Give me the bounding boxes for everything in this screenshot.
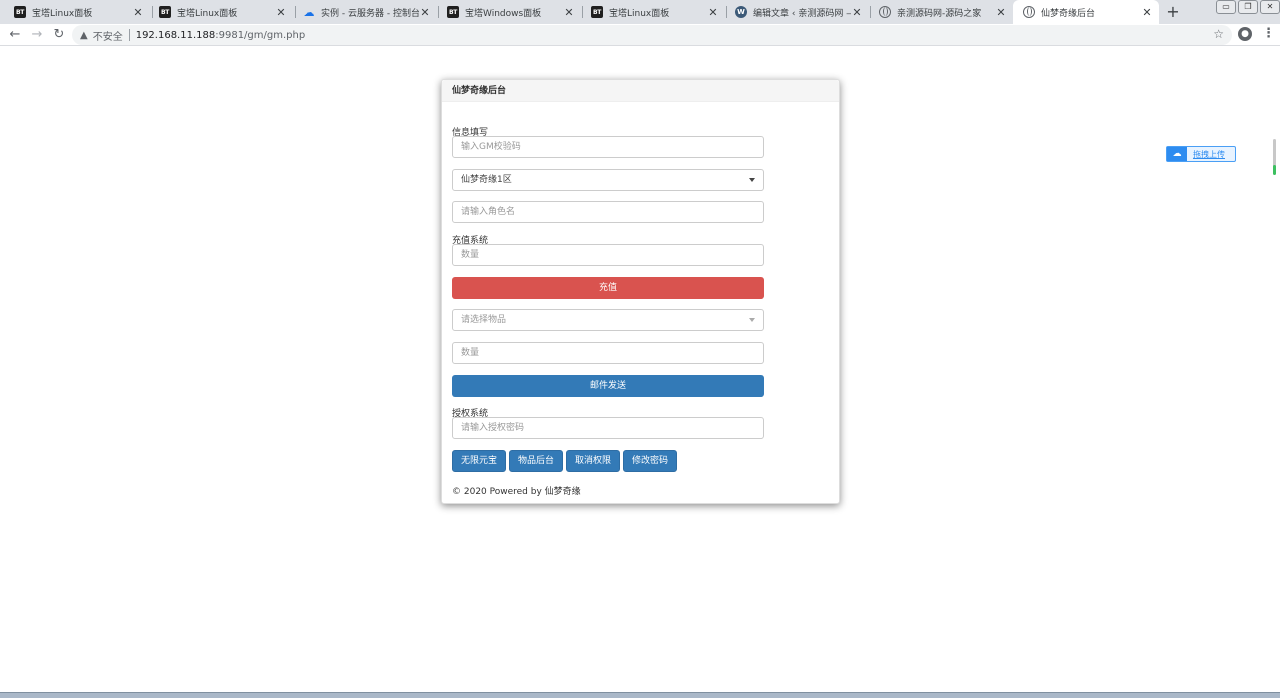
tab-title: 宝塔Linux面板 — [609, 8, 670, 19]
bookmark-star-icon[interactable]: ☆ — [1213, 27, 1224, 41]
bt-icon: BT — [14, 6, 26, 18]
tab-title: 编辑文章 ‹ 亲测源码网 — W — [753, 8, 851, 19]
browser-tab-3[interactable]: ☁ 实例 - 云服务器 - 控制台 ✕ — [293, 0, 437, 24]
panel-title: 仙梦奇缘后台 — [442, 80, 839, 102]
bt-icon: BT — [591, 6, 603, 18]
tab-title: 实例 - 云服务器 - 控制台 — [321, 8, 419, 19]
item-select[interactable]: 请选择物品 — [452, 309, 764, 331]
close-icon[interactable]: ✕ — [132, 6, 144, 19]
close-icon[interactable]: ✕ — [419, 6, 431, 19]
caret-down-icon — [749, 318, 755, 322]
back-arrow-icon[interactable]: ← — [6, 26, 24, 44]
bt-icon: BT — [159, 6, 171, 18]
forward-arrow-icon[interactable]: → — [28, 26, 46, 44]
reload-icon[interactable]: ↻ — [50, 26, 68, 44]
role-name-input[interactable] — [452, 201, 764, 223]
close-icon[interactable]: ✕ — [275, 6, 287, 19]
browser-tab-5[interactable]: BT 宝塔Linux面板 ✕ — [581, 0, 725, 24]
gm-code-input[interactable] — [452, 136, 764, 158]
close-icon[interactable]: ✕ — [995, 6, 1007, 19]
browser-tab-6[interactable]: W 编辑文章 ‹ 亲测源码网 — W ✕ — [725, 0, 869, 24]
item-amount-input[interactable] — [452, 342, 764, 364]
browser-tab-8-active[interactable]: 仙梦奇缘后台 ✕ — [1013, 0, 1159, 24]
url-path: :9981/gm/gm.php — [215, 29, 306, 41]
new-tab-button[interactable]: + — [1164, 2, 1182, 22]
unlimited-gold-button[interactable]: 无限元宝 — [452, 450, 507, 472]
mail-send-button[interactable]: 邮件发送 — [452, 375, 764, 397]
browser-tab-2[interactable]: BT 宝塔Linux面板 ✕ — [149, 0, 293, 24]
close-icon[interactable]: ✕ — [851, 6, 863, 19]
cloud-icon: ☁ — [303, 5, 315, 19]
close-icon[interactable]: ✕ — [1141, 6, 1153, 19]
action-button-row: 无限元宝 物品后台 取消权限 修改密码 — [452, 450, 680, 472]
globe-icon — [1023, 6, 1035, 18]
tab-title: 宝塔Windows面板 — [465, 8, 542, 19]
tab-title: 宝塔Linux面板 — [177, 8, 238, 19]
window-controls: ▭ ❐ ✕ — [1214, 0, 1280, 14]
server-select[interactable]: 仙梦奇缘1区 — [452, 169, 764, 191]
cloud-upload-icon: ☁ — [1167, 147, 1187, 161]
recharge-button[interactable]: 充值 — [452, 277, 764, 299]
server-select-value: 仙梦奇缘1区 — [461, 175, 512, 185]
browser-toolbar: ← → ↻ ▲ 不安全 192.168.11.188 :9981/gm/gm.p… — [0, 24, 1280, 46]
url-host: 192.168.11.188 — [135, 29, 216, 41]
os-taskbar — [0, 692, 1280, 698]
auth-password-input[interactable] — [452, 417, 764, 439]
browser-tab-strip: BT 宝塔Linux面板 ✕ BT 宝塔Linux面板 ✕ ☁ 实例 - 云服务… — [0, 0, 1280, 24]
drag-upload-label: 拖拽上传 — [1193, 149, 1225, 159]
gm-admin-panel: 仙梦奇缘后台 信息填写 仙梦奇缘1区 充值系统 充值 请选择物品 邮件发送 授权… — [441, 79, 840, 504]
scroll-indicator — [1273, 165, 1276, 175]
wordpress-icon: W — [735, 6, 747, 18]
bt-icon: BT — [447, 6, 459, 18]
close-icon[interactable]: ✕ — [563, 6, 575, 19]
drag-upload-widget[interactable]: ☁ 拖拽上传 — [1166, 146, 1236, 162]
panel-footer: © 2020 Powered by 仙梦奇缘 — [452, 487, 581, 497]
close-window-icon[interactable]: ✕ — [1260, 0, 1280, 14]
scrollbar-thumb[interactable] — [1273, 139, 1276, 167]
globe-icon — [879, 6, 891, 18]
item-backend-button[interactable]: 物品后台 — [509, 450, 564, 472]
recharge-amount-input[interactable] — [452, 244, 764, 266]
profile-avatar-icon[interactable]: ● — [1238, 27, 1252, 41]
restore-icon[interactable]: ❐ — [1238, 0, 1258, 14]
url-divider — [128, 29, 130, 41]
minimize-icon[interactable]: ▭ — [1216, 0, 1236, 14]
menu-kebab-icon[interactable]: ⋮ — [1262, 26, 1275, 41]
caret-down-icon — [749, 178, 755, 182]
warning-icon: ▲ — [80, 29, 88, 41]
browser-tab-7[interactable]: 亲测源码网-源码之家 ✕ — [869, 0, 1013, 24]
address-bar[interactable]: ▲ 不安全 192.168.11.188 :9981/gm/gm.php ☆ — [72, 25, 1232, 45]
browser-tab-4[interactable]: BT 宝塔Windows面板 ✕ — [437, 0, 581, 24]
security-label: 不安全 — [92, 31, 123, 43]
page-content: 仙梦奇缘后台 信息填写 仙梦奇缘1区 充值系统 充值 请选择物品 邮件发送 授权… — [0, 47, 1280, 692]
tab-title: 仙梦奇缘后台 — [1041, 8, 1096, 19]
tab-title: 宝塔Linux面板 — [32, 8, 93, 19]
item-select-placeholder: 请选择物品 — [461, 315, 507, 325]
close-icon[interactable]: ✕ — [707, 6, 719, 19]
browser-tab-1[interactable]: BT 宝塔Linux面板 ✕ — [4, 0, 150, 24]
tab-title: 亲测源码网-源码之家 — [897, 8, 982, 19]
revoke-permission-button[interactable]: 取消权限 — [566, 450, 621, 472]
change-password-button[interactable]: 修改密码 — [623, 450, 678, 472]
